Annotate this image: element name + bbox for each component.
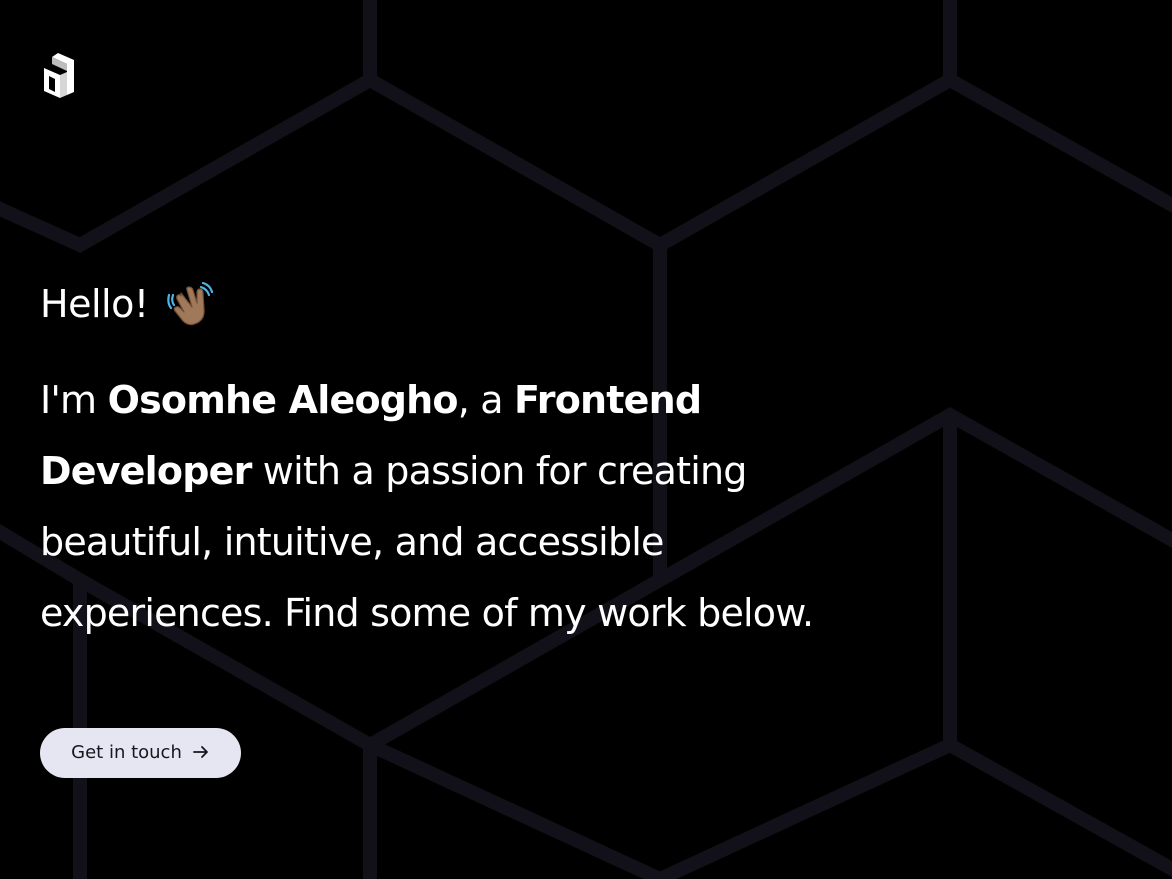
greeting-text: Hello! (40, 282, 149, 326)
intro-middle: , a (457, 378, 515, 422)
logo-icon[interactable] (42, 51, 76, 99)
arrow-right-icon (192, 743, 210, 761)
greeting-heading: Hello! (40, 276, 900, 332)
get-in-touch-button[interactable]: Get in touch (40, 728, 241, 778)
get-in-touch-label: Get in touch (71, 741, 182, 763)
intro-prefix: I'm (40, 378, 108, 422)
waving-hand-icon (166, 281, 213, 327)
developer-name: Osomhe Aleogho (107, 378, 459, 422)
hero-section: Hello! I'm Osomhe Aleogho, a Frontend De… (40, 276, 900, 686)
intro-paragraph: I'm Osomhe Aleogho, a Frontend Developer… (40, 365, 900, 649)
